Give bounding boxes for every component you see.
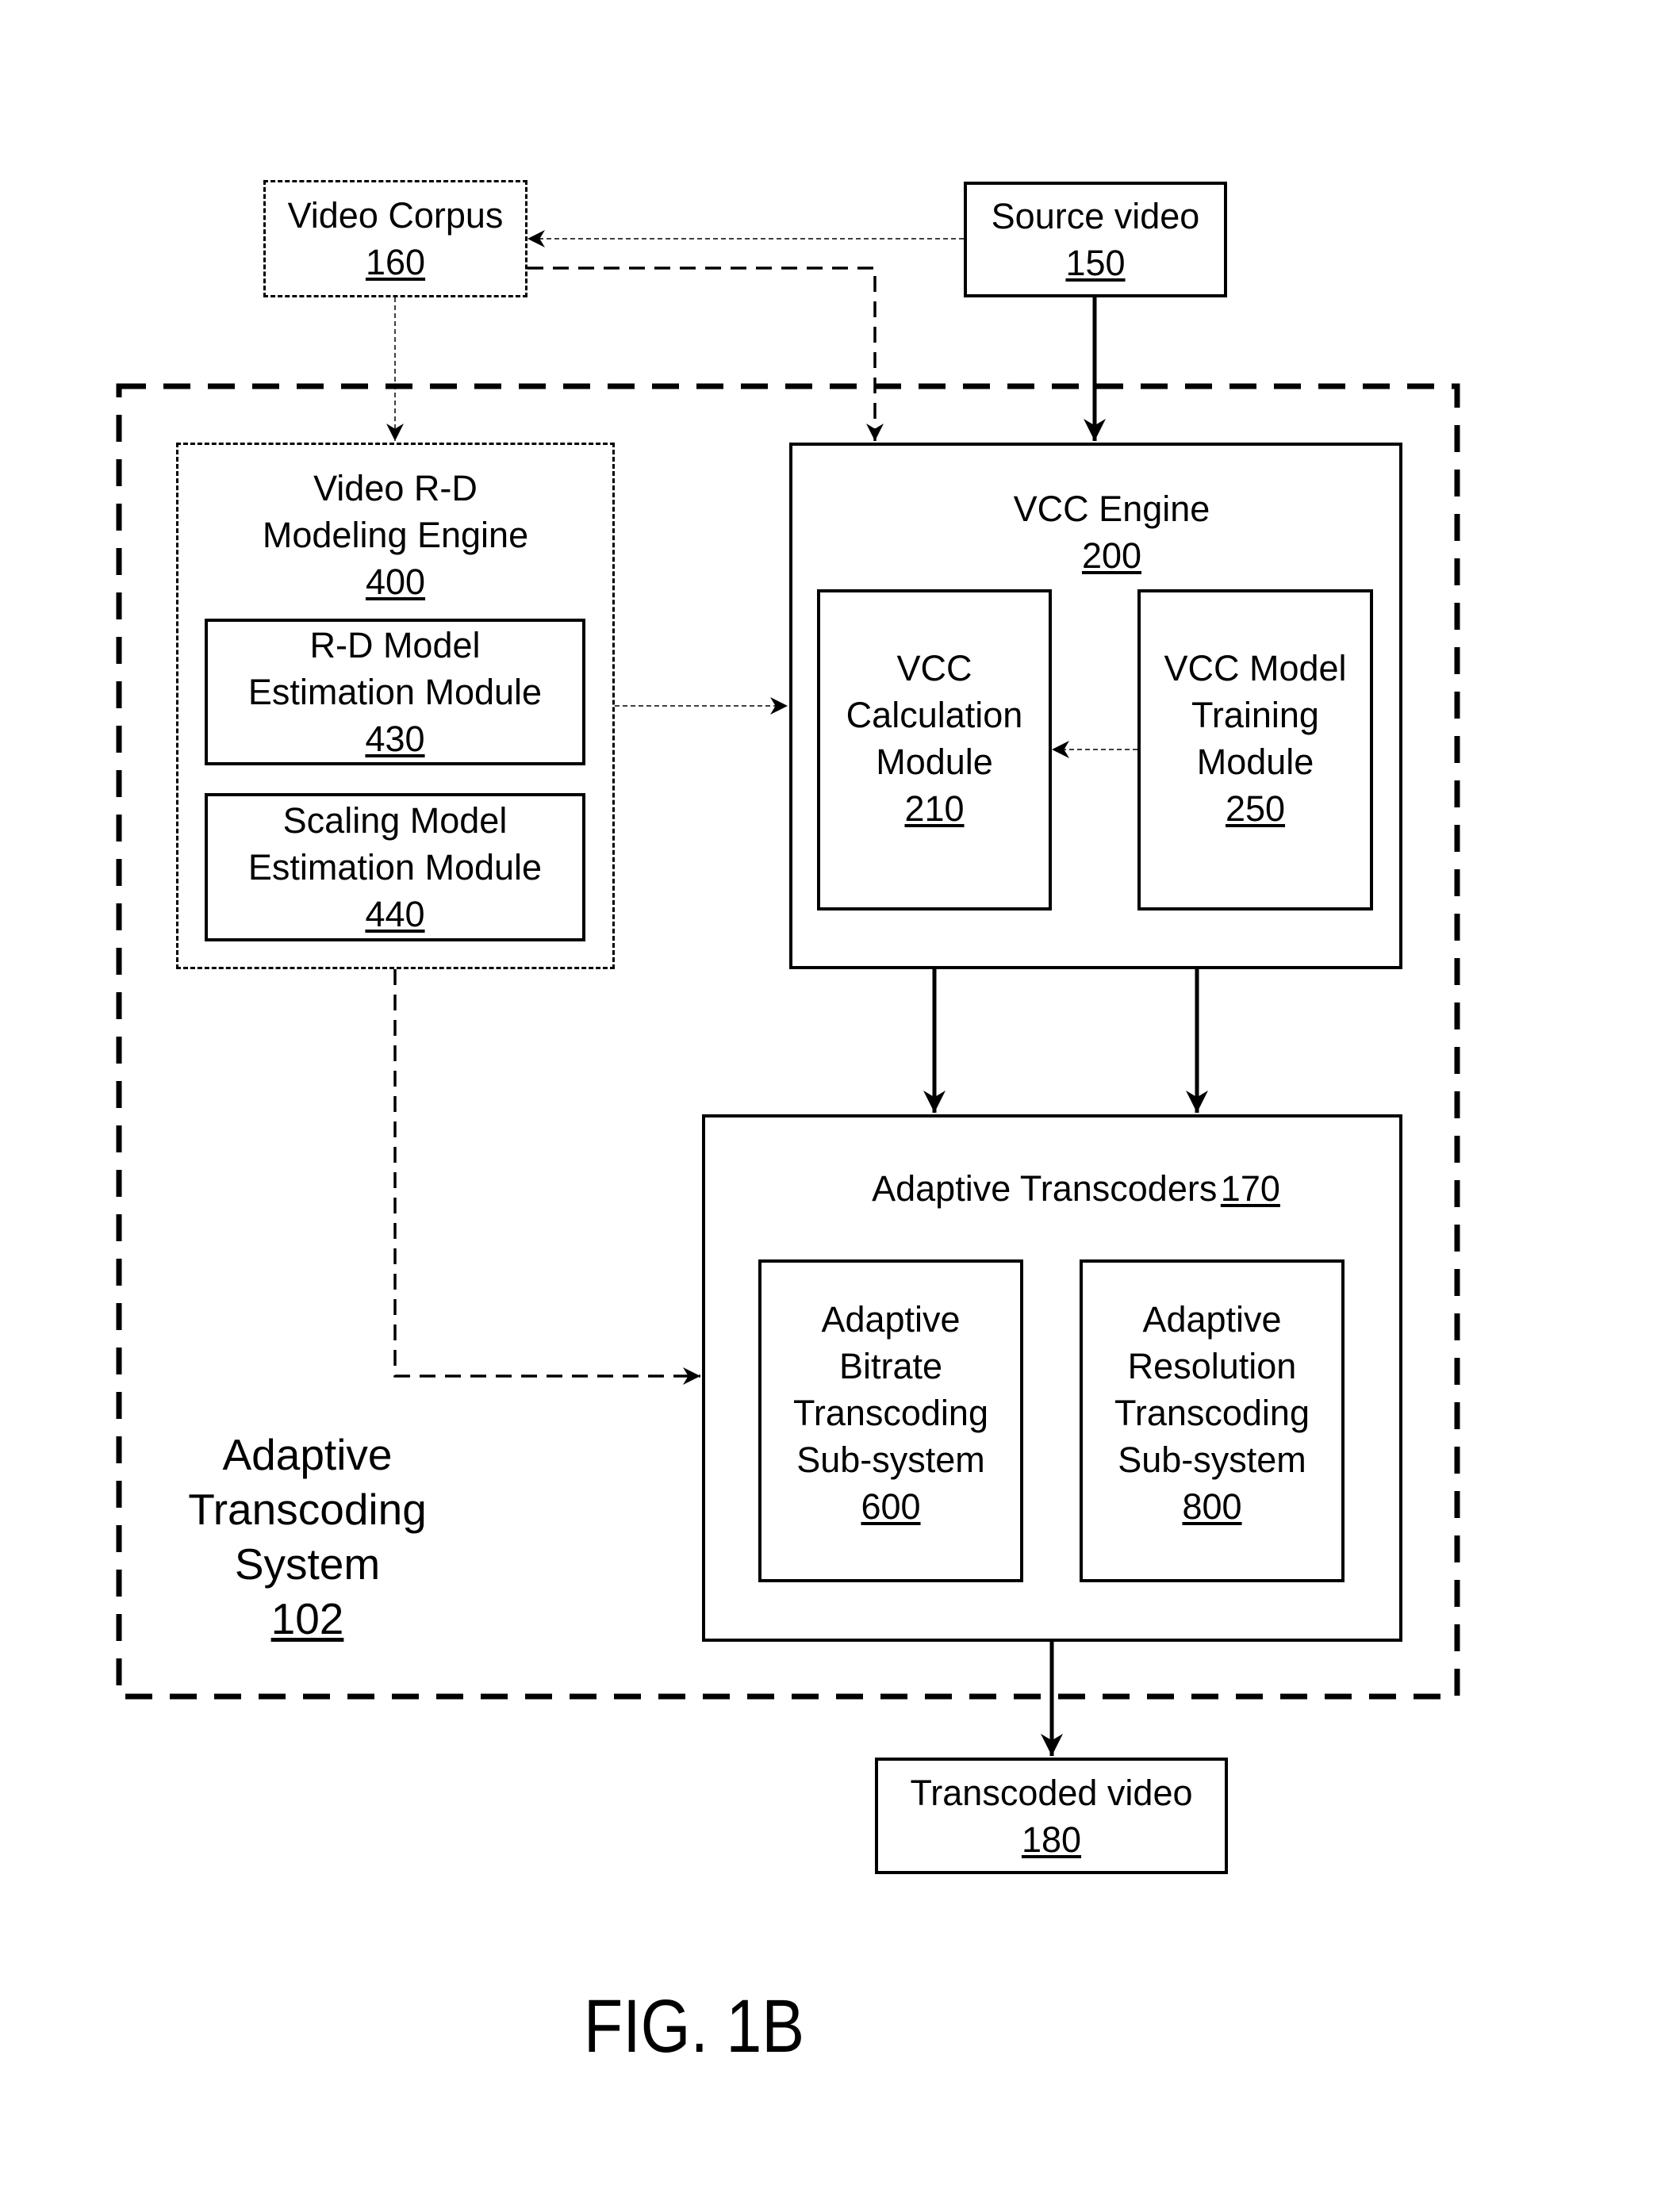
vcc-training-line-3: Module bbox=[1196, 741, 1314, 782]
system-line-3: System bbox=[234, 1539, 381, 1589]
resolution-subsystem-node: Adaptive Resolution Transcoding Sub-syst… bbox=[1080, 1259, 1345, 1582]
rd-model-line-1: R-D Model bbox=[309, 625, 481, 665]
source-video-node: Source video 150 bbox=[964, 182, 1227, 297]
vcc-calc-ref: 210 bbox=[904, 788, 965, 829]
resolution-line-3: Transcoding bbox=[1114, 1393, 1310, 1433]
vcc-training-ref: 250 bbox=[1225, 788, 1286, 829]
transcoded-video-label: Transcoded video bbox=[910, 1772, 1193, 1813]
vcc-training-line-1: VCC Model bbox=[1164, 647, 1347, 688]
resolution-line-2: Resolution bbox=[1127, 1346, 1297, 1386]
vcc-calc-line-1: VCC bbox=[896, 647, 972, 688]
rd-engine-ref: 400 bbox=[365, 562, 426, 602]
system-line-1: Adaptive bbox=[222, 1430, 393, 1479]
resolution-line-1: Adaptive bbox=[1142, 1299, 1282, 1340]
vcc-calc-line-3: Module bbox=[876, 741, 993, 782]
transcoders-ref: 170 bbox=[1220, 1168, 1280, 1209]
video-corpus-ref: 160 bbox=[365, 242, 426, 282]
edge-rd-to-transcoders bbox=[393, 969, 700, 1385]
bitrate-subsystem-node: Adaptive Bitrate Transcoding Sub-system … bbox=[758, 1259, 1023, 1582]
bitrate-line-4: Sub-system bbox=[796, 1440, 985, 1480]
transcoders-title: Adaptive Transcoders 170 bbox=[872, 1165, 1280, 1212]
scaling-model-estimation-node: Scaling Model Estimation Module 440 bbox=[205, 793, 585, 941]
rd-model-estimation-node: R-D Model Estimation Module 430 bbox=[205, 619, 585, 765]
figure-label: FIG. 1B bbox=[583, 1984, 805, 2068]
resolution-ref: 800 bbox=[1182, 1486, 1242, 1527]
video-corpus-label: Video Corpus bbox=[287, 195, 504, 236]
source-video-ref: 150 bbox=[1065, 243, 1126, 283]
bitrate-ref: 600 bbox=[861, 1486, 921, 1527]
video-corpus-node: Video Corpus 160 bbox=[263, 180, 527, 297]
rd-model-line-2: Estimation Module bbox=[247, 672, 543, 712]
scaling-model-ref: 440 bbox=[365, 894, 425, 934]
bitrate-line-2: Bitrate bbox=[838, 1346, 943, 1386]
system-ref: 102 bbox=[270, 1594, 344, 1643]
rd-model-ref: 430 bbox=[365, 719, 425, 759]
transcoders-label: Adaptive Transcoders bbox=[872, 1168, 1218, 1209]
transcoded-video-ref: 180 bbox=[1021, 1819, 1082, 1860]
connector-layer bbox=[116, 230, 1460, 1756]
resolution-line-4: Sub-system bbox=[1118, 1440, 1306, 1480]
system-label: Adaptive Transcoding System 102 bbox=[159, 1428, 456, 1647]
bitrate-line-1: Adaptive bbox=[821, 1299, 961, 1340]
edge-corpus-to-vcc-engine bbox=[527, 266, 884, 441]
scaling-model-line-2: Estimation Module bbox=[247, 847, 543, 887]
vcc-engine-ref: 200 bbox=[1081, 535, 1142, 576]
transcoded-video-node: Transcoded video 180 bbox=[875, 1758, 1228, 1874]
rd-engine-line-1: Video R-D bbox=[313, 468, 478, 508]
vcc-calculation-node: VCC Calculation Module 210 bbox=[817, 589, 1052, 910]
vcc-training-node: VCC Model Training Module 250 bbox=[1137, 589, 1373, 910]
scaling-model-line-1: Scaling Model bbox=[282, 800, 508, 841]
rd-engine-line-2: Modeling Engine bbox=[262, 515, 529, 555]
vcc-calc-line-2: Calculation bbox=[846, 694, 1023, 735]
system-line-2: Transcoding bbox=[188, 1485, 427, 1534]
source-video-label: Source video bbox=[991, 196, 1200, 236]
bitrate-line-3: Transcoding bbox=[793, 1393, 988, 1433]
vcc-engine-label: VCC Engine bbox=[1013, 489, 1210, 529]
vcc-training-line-2: Training bbox=[1191, 694, 1319, 735]
